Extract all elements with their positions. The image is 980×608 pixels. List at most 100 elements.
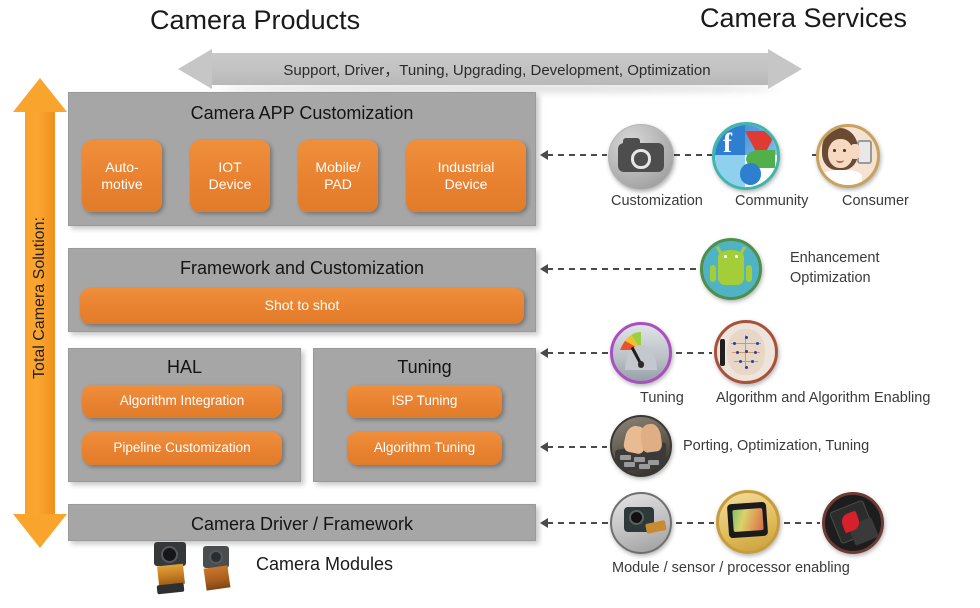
top-arrow-label: Support, Driver，Tuning, Upgrading, Devel… [283,61,711,79]
label-module-sensor-processor: Module / sensor / processor enabling [612,560,850,576]
label-enhancement-line1: Enhancement [790,250,880,266]
box-industrial-line2: Device [444,176,488,192]
camera-icon [608,124,674,190]
connector-sensor-to-processor [784,522,820,524]
arrow-head-icon [540,150,548,160]
box-iot-line2: Device [208,176,252,192]
gauge-tuning-icon [610,322,672,384]
box-automotive-label: Auto- motive [101,159,142,194]
label-enhancement-line2: Optimization [790,269,871,286]
face-algorithm-icon [714,320,778,384]
image-sensor-icon [716,490,780,554]
panel-title-app: Camera APP Customization [190,103,414,123]
face-landmark-point [735,350,739,354]
total-camera-solution-label: Total Camera Solution: [31,217,48,379]
camera-module-photo-large [152,542,192,598]
hand-right [639,422,663,454]
module-flex-cable [203,565,231,591]
box-industrial-device[interactable]: Industrial Device [406,140,526,212]
connector-porting-row [540,442,607,452]
box-mobile-line2: PAD [324,176,352,192]
connector-framework-row [540,264,699,274]
consumer-shirt [821,169,862,185]
box-iot-label: IOT Device [209,159,252,194]
consumer-hand [850,144,860,160]
android-head [717,249,745,265]
connector-tuning-row [540,348,609,358]
box-algorithm-tuning[interactable]: Algorithm Tuning [347,432,502,465]
label-enhancement-optimization: Enhancement Optimization [790,249,950,288]
module-lens-icon [161,546,178,563]
box-industrial-label: Industrial Device [438,159,495,194]
arrow-head-icon [540,442,548,452]
label-tuning: Tuning [640,390,684,406]
panel-title-driver: Camera Driver / Framework [190,514,414,534]
box-iot-device[interactable]: IOT Device [190,140,270,212]
camera-lens [631,149,651,169]
keyboard-key [620,454,632,460]
face-mesh-line [734,361,758,363]
face-landmark-point [754,350,758,354]
comm-facebook-f-glyph: f [723,127,733,158]
android-arm-right [746,264,753,283]
face-landmark-point [744,349,748,353]
connector-camera-to-community [674,154,712,156]
label-customization: Customization [611,193,703,209]
top-double-arrow: Support, Driver，Tuning, Upgrading, Devel… [178,49,802,92]
face-landmark-point [744,335,748,339]
box-automotive-line2: motive [101,176,143,192]
panel-camera-driver-framework: Camera Driver / Framework [68,504,536,541]
face-side-bar [719,339,726,366]
box-industrial-line1: Industrial [437,158,495,175]
box-pipeline-customization[interactable]: Pipeline Customization [82,432,282,465]
box-iot-line1: IOT [218,158,242,175]
left-arrow-down-head-icon [13,514,67,548]
camera-module-photo-small [200,546,236,598]
connector-app-row [540,150,607,160]
sensor-die [732,507,764,532]
label-community: Community [735,193,809,209]
arrow-head-icon [540,518,548,528]
face-landmark-point [733,341,737,345]
android-icon [700,238,762,300]
camera-modules-label: Camera Modules [256,554,394,574]
box-mobile-pad[interactable]: Mobile/ PAD [298,140,378,212]
consumer-eye-right [842,149,847,152]
arrow-head-icon [540,348,548,358]
gauge-hub [637,360,645,368]
box-isp-tuning[interactable]: ISP Tuning [347,385,502,418]
keyboard-key [634,457,646,463]
face-landmark-point [750,360,754,364]
box-automotive-line1: Auto- [105,158,139,175]
connector-tuning-to-algorithm [676,352,712,354]
box-shot-to-shot[interactable]: Shot to shot [80,288,524,324]
keyboard-key [623,461,635,467]
module-lens-icon [209,550,223,564]
box-mobile-label: Mobile/ PAD [315,159,360,194]
label-consumer: Consumer [842,193,909,209]
panel-title-hal: HAL [166,357,202,377]
label-algorithm-enabling: Algorithm and Algorithm Enabling [716,390,931,406]
consumer-person-icon [816,124,880,188]
module-connector [156,582,185,595]
box-mobile-line1: Mobile/ [315,158,361,175]
android-arm-left [709,264,716,283]
keyboard-hands-icon [610,415,672,477]
label-porting-optimization-tuning: Porting, Optimization, Tuning [683,438,870,454]
panel-title-framework: Framework and Customization [179,258,425,278]
arrow-head-icon [540,264,548,274]
box-automotive[interactable]: Auto- motive [82,140,162,212]
face-landmark-point [744,365,748,369]
left-double-arrow: Total Camera Solution: [13,78,67,548]
comm-blue-dot [739,163,761,185]
page-title-camera-services: Camera Services [700,3,908,33]
diagram-canvas: Camera Products Camera Services Support,… [0,0,980,608]
page-title-camera-products: Camera Products [150,5,361,35]
panel-title-tuning: Tuning [397,357,452,377]
community-social-icon: f [712,122,780,190]
consumer-face [828,138,853,168]
android-torso [717,264,745,285]
connector-module-to-sensor [676,522,714,524]
camera-module-icon [610,492,672,554]
box-algorithm-integration[interactable]: Algorithm Integration [82,385,282,418]
